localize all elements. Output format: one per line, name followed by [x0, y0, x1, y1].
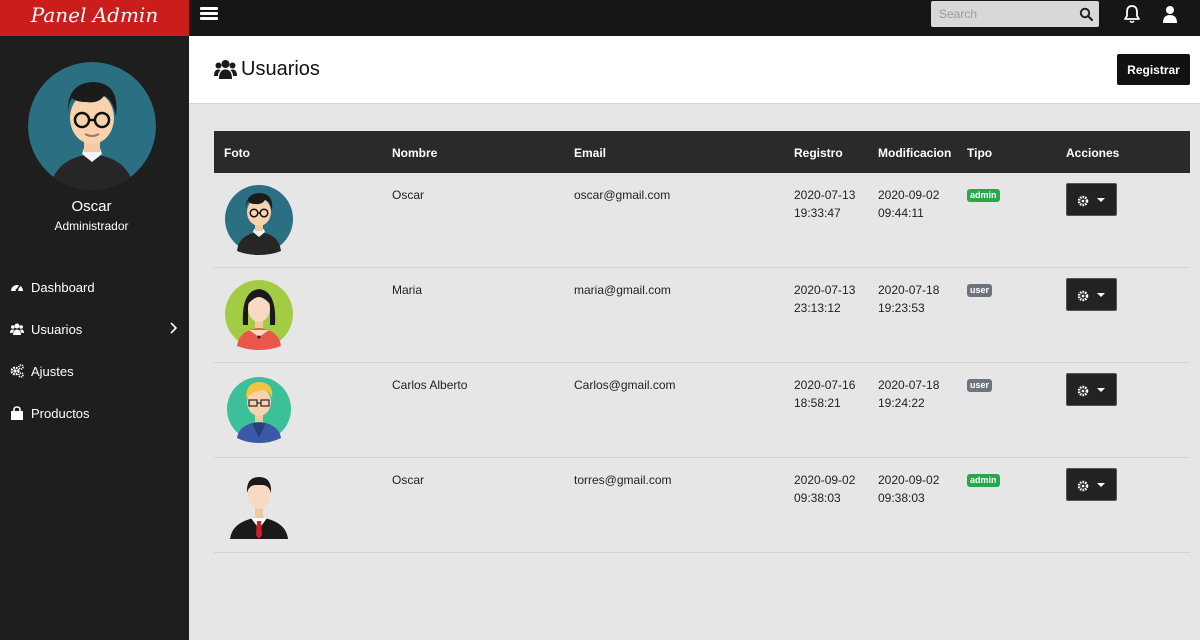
mod-fecha: 2020-07-18 — [878, 283, 940, 297]
mod-fecha: 2020-09-02 — [878, 188, 940, 202]
menu-toggle-icon[interactable] — [200, 5, 218, 23]
column-header-email: Email — [574, 146, 607, 160]
shopping-bag-icon — [11, 406, 23, 420]
search-input[interactable] — [931, 1, 1071, 27]
user-avatar — [230, 477, 288, 539]
registro-hora: 18:58:21 — [794, 396, 841, 410]
user-avatar — [225, 185, 293, 255]
page-header: Usuarios Registrar — [189, 36, 1200, 104]
register-button[interactable]: Registrar — [1117, 54, 1190, 85]
column-header-tipo: Tipo — [967, 146, 993, 160]
column-header-nombre: Nombre — [392, 146, 438, 160]
column-header-acciones: Acciones — [1066, 146, 1120, 160]
search-icon[interactable] — [1079, 7, 1093, 21]
mod-hora: 09:38:03 — [878, 491, 925, 505]
user-name: Maria — [392, 283, 423, 297]
sidebar-item-label: Ajustes — [31, 363, 74, 379]
mod-hora: 09:44:11 — [878, 206, 924, 220]
gear-icon — [1077, 480, 1089, 492]
gear-icon — [1077, 385, 1089, 397]
column-header-modificacion: Modificacion — [878, 146, 952, 160]
mod-fecha: 2020-07-18 — [878, 378, 940, 392]
sidebar-item-ajustes[interactable]: Ajustes — [0, 350, 189, 392]
registro-fecha: 2020-07-13 — [794, 283, 856, 297]
modificacion-date: 2020-09-02 09:44:11 — [878, 186, 939, 222]
role-badge: user — [967, 284, 993, 297]
registro-hora: 09:38:03 — [794, 491, 841, 505]
actions-dropdown-button[interactable] — [1066, 183, 1117, 216]
brand-logo[interactable]: Panel Admin — [0, 0, 189, 36]
sidebar-item-usuarios[interactable]: Usuarios — [0, 308, 189, 350]
users-icon — [10, 323, 24, 335]
caret-down-icon — [1097, 388, 1105, 392]
user-email: oscar@gmail.com — [574, 188, 671, 202]
dashboard-icon — [11, 284, 23, 292]
registro-date: 2020-09-02 09:38:03 — [794, 471, 855, 507]
registro-date: 2020-07-16 18:58:21 — [794, 376, 855, 412]
user-icon[interactable] — [1163, 5, 1177, 23]
sidebar-item-label: Dashboard — [31, 279, 95, 295]
users-table: Foto Nombre Email Registro Modificacion … — [214, 131, 1190, 553]
table-row: Oscar torres@gmail.com 2020-09-02 09:38:… — [214, 458, 1190, 553]
sidebar-item-dashboard[interactable]: Dashboard — [0, 266, 189, 308]
user-avatar — [225, 280, 293, 350]
bell-icon[interactable] — [1123, 4, 1141, 24]
user-email: Carlos@gmail.com — [574, 378, 676, 392]
role-badge: user — [967, 379, 993, 392]
caret-down-icon — [1097, 293, 1105, 297]
profile-avatar — [28, 62, 156, 190]
user-name: Carlos Alberto — [392, 378, 468, 392]
page-title: Usuarios — [241, 58, 320, 80]
top-bar: Panel Admin — [0, 0, 1200, 36]
actions-dropdown-button[interactable] — [1066, 468, 1117, 501]
caret-down-icon — [1097, 483, 1105, 487]
table-row: Maria maria@gmail.com 2020-07-13 23:13:1… — [214, 268, 1190, 363]
sidebar-item-productos[interactable]: Productos — [0, 392, 189, 434]
gear-icon — [1077, 290, 1089, 302]
modificacion-date: 2020-07-18 19:24:22 — [878, 376, 939, 412]
role-badge: admin — [967, 474, 1000, 487]
registro-fecha: 2020-07-13 — [794, 188, 856, 202]
actions-dropdown-button[interactable] — [1066, 278, 1117, 311]
actions-dropdown-button[interactable] — [1066, 373, 1117, 406]
user-name: Oscar — [392, 473, 425, 487]
sidebar: Oscar Administrador Dashboard Usuarios A… — [0, 36, 189, 640]
table-row: Oscar oscar@gmail.com 2020-07-13 19:33:4… — [214, 173, 1190, 268]
gear-icon — [1077, 195, 1089, 207]
caret-down-icon — [1097, 198, 1105, 202]
sidebar-nav: Dashboard Usuarios Ajustes Productos — [0, 266, 189, 434]
sidebar-item-label: Usuarios — [31, 321, 83, 337]
role-badge: admin — [967, 189, 1000, 202]
user-email: maria@gmail.com — [574, 283, 671, 297]
chevron-right-icon — [170, 322, 177, 334]
registro-date: 2020-07-13 23:13:12 — [794, 281, 855, 317]
registro-fecha: 2020-09-02 — [794, 473, 856, 487]
mod-hora: 19:23:53 — [878, 301, 925, 315]
profile-role: Administrador — [54, 219, 129, 233]
registro-fecha: 2020-07-16 — [794, 378, 856, 392]
mod-hora: 19:24:22 — [878, 396, 925, 410]
registro-date: 2020-07-13 19:33:47 — [794, 186, 855, 222]
column-header-foto: Foto — [224, 146, 250, 160]
modificacion-date: 2020-07-18 19:23:53 — [878, 281, 939, 317]
sidebar-item-label: Productos — [31, 405, 90, 421]
table-row: Carlos Alberto Carlos@gmail.com 2020-07-… — [214, 363, 1190, 458]
registro-hora: 19:33:47 — [794, 206, 841, 220]
user-name: Oscar — [392, 188, 425, 202]
table-header: Foto Nombre Email Registro Modificacion … — [214, 131, 1190, 173]
column-header-registro: Registro — [794, 146, 843, 160]
profile-name: Oscar — [71, 198, 112, 215]
user-email: torres@gmail.com — [574, 473, 672, 487]
registro-hora: 23:13:12 — [794, 301, 841, 315]
mod-fecha: 2020-09-02 — [878, 473, 940, 487]
cogs-icon — [10, 364, 24, 378]
user-avatar — [227, 377, 291, 443]
modificacion-date: 2020-09-02 09:38:03 — [878, 471, 939, 507]
users-icon — [214, 60, 237, 79]
search-box — [931, 1, 1099, 27]
